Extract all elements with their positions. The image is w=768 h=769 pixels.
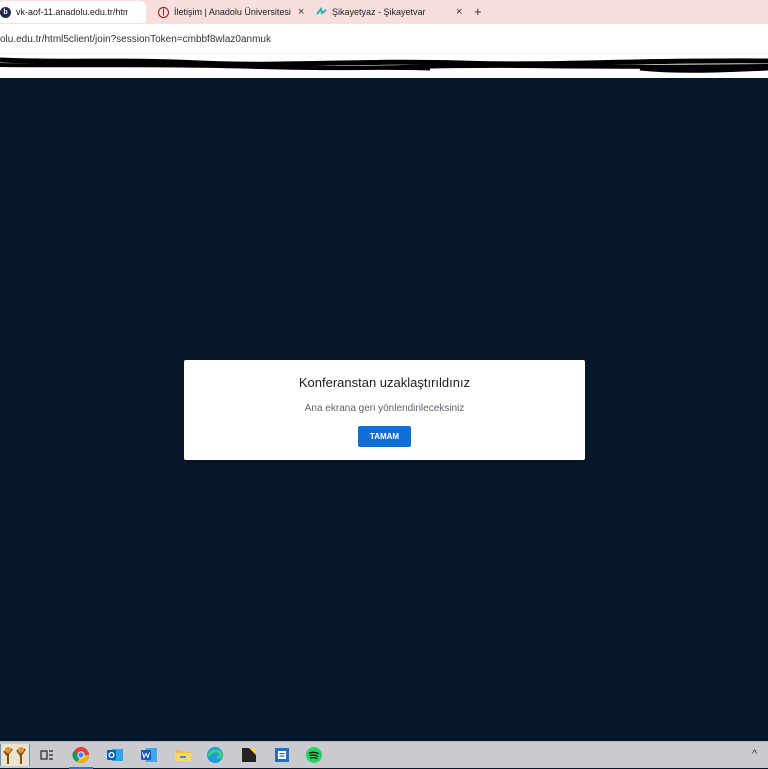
close-tab-icon[interactable]: × (298, 6, 304, 18)
url-field[interactable]: olu.edu.tr/html5client/join?sessionToken… (0, 34, 271, 45)
tab-title: Şikayetyaz - Şikayetvar (332, 7, 426, 17)
app-icon[interactable] (273, 746, 291, 764)
kicked-dialog: Konferanstan uzaklaştırıldınız Ana ekran… (184, 360, 585, 460)
file-explorer-icon[interactable] (174, 746, 192, 764)
tray-chevron-icon[interactable]: ^ (752, 748, 757, 760)
ok-button[interactable]: TAMAM (358, 426, 411, 447)
chrome-icon[interactable] (69, 746, 93, 769)
tab-vk-aof[interactable]: b vk-aof-11.anadolu.edu.tr/html5 (0, 1, 146, 23)
sticky-notes-icon[interactable] (240, 746, 258, 764)
close-tab-icon[interactable]: × (456, 6, 462, 18)
redaction-scribble (0, 57, 768, 73)
sikayetvar-icon (316, 6, 327, 18)
edge-icon[interactable] (206, 746, 224, 764)
word-icon[interactable] (140, 746, 158, 764)
browser-tab-strip: b vk-aof-11.anadolu.edu.tr/html5 | İleti… (0, 0, 768, 24)
outlook-icon[interactable] (106, 746, 124, 764)
tab-title: vk-aof-11.anadolu.edu.tr/html5 (16, 7, 128, 17)
anadolu-icon: | (158, 6, 169, 18)
dialog-title: Konferanstan uzaklaştırıldınız (298, 375, 471, 390)
new-tab-button[interactable]: + (474, 4, 482, 19)
address-bar: olu.edu.tr/html5client/join?sessionToken… (0, 24, 768, 54)
taskbar: ^ (0, 741, 768, 769)
tab-sikayetvar[interactable]: Şikayetyaz - Şikayetvar × (316, 1, 464, 23)
start-tree-icon[interactable] (0, 744, 30, 766)
spotify-icon[interactable] (305, 746, 323, 764)
task-view-icon[interactable] (38, 746, 56, 764)
bbb-icon: b (0, 6, 11, 18)
tab-title: İletişim | Anadolu Üniversitesi (174, 7, 291, 17)
tab-anadolu[interactable]: | İletişim | Anadolu Üniversitesi × (158, 1, 306, 23)
bookmark-bar (0, 54, 768, 78)
dialog-description: Ana ekrana geri yönlendirileceksiniz (304, 403, 465, 414)
